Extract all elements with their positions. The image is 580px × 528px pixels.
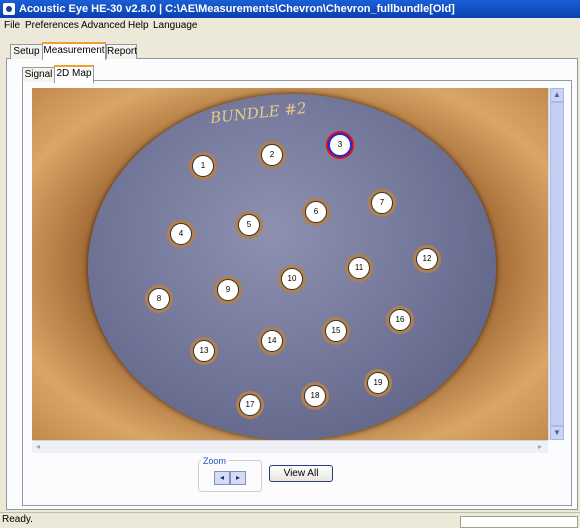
tube-13[interactable]: 13 — [193, 340, 215, 362]
tube-16[interactable]: 16 — [389, 309, 411, 331]
tab-report[interactable]: Report — [106, 44, 137, 59]
horizontal-scrollbar[interactable]: ◂ ▸ — [32, 440, 548, 453]
tube-7[interactable]: 7 — [371, 192, 393, 214]
tube-9[interactable]: 9 — [217, 279, 239, 301]
menu-language[interactable]: Language — [153, 20, 198, 31]
tab-2d-map[interactable]: 2D Map — [54, 65, 94, 83]
zoom-in-button[interactable]: ▸ — [230, 471, 246, 485]
tube-8[interactable]: 8 — [148, 288, 170, 310]
tube-sheet — [88, 94, 496, 440]
menu-preferences[interactable]: Preferences — [25, 20, 79, 31]
status-text: Ready. — [2, 514, 33, 525]
vertical-scrollbar[interactable]: ▲ ▼ — [548, 88, 564, 440]
tube-5[interactable]: 5 — [238, 214, 260, 236]
tube-15[interactable]: 15 — [325, 320, 347, 342]
app-icon — [3, 3, 15, 15]
menu-bar: File Preferences Advanced Help Language — [0, 18, 580, 34]
tab-measurement[interactable]: Measurement — [42, 42, 106, 60]
title-bar: Acoustic Eye HE-30 v2.8.0 | C:\AE\Measur… — [0, 0, 580, 18]
scroll-left-icon[interactable]: ◂ — [32, 441, 44, 452]
tube-2[interactable]: 2 — [261, 144, 283, 166]
zoom-out-button[interactable]: ◂ — [214, 471, 230, 485]
tube-14[interactable]: 14 — [261, 330, 283, 352]
scrollbar-thumb[interactable] — [550, 102, 564, 426]
window-title: Acoustic Eye HE-30 v2.8.0 | C:\AE\Measur… — [19, 3, 455, 15]
menu-advanced[interactable]: Advanced — [81, 20, 125, 31]
tube-11[interactable]: 11 — [348, 257, 370, 279]
scroll-up-icon[interactable]: ▲ — [550, 88, 564, 102]
status-panel — [460, 516, 578, 528]
tab-signal[interactable]: Signal — [22, 67, 55, 82]
tube-19[interactable]: 19 — [367, 372, 389, 394]
tube-12[interactable]: 12 — [416, 248, 438, 270]
bundle-map-view[interactable]: BUNDLE #2 1 2 3 4 5 6 7 8 9 10 11 12 13 … — [32, 88, 548, 440]
scroll-down-icon[interactable]: ▼ — [550, 426, 564, 440]
tube-10[interactable]: 10 — [281, 268, 303, 290]
view-all-button[interactable]: View All — [269, 465, 333, 482]
menu-help[interactable]: Help — [128, 20, 149, 31]
zoom-label: Zoom — [201, 456, 229, 466]
tab-setup[interactable]: Setup — [10, 44, 43, 59]
tube-17[interactable]: 17 — [239, 394, 261, 416]
tube-6[interactable]: 6 — [305, 201, 327, 223]
tube-1[interactable]: 1 — [192, 155, 214, 177]
tube-4[interactable]: 4 — [170, 223, 192, 245]
tube-3[interactable]: 3 — [328, 133, 352, 157]
menu-file[interactable]: File — [4, 20, 20, 31]
scroll-right-icon[interactable]: ▸ — [534, 441, 546, 452]
tube-18[interactable]: 18 — [304, 385, 326, 407]
